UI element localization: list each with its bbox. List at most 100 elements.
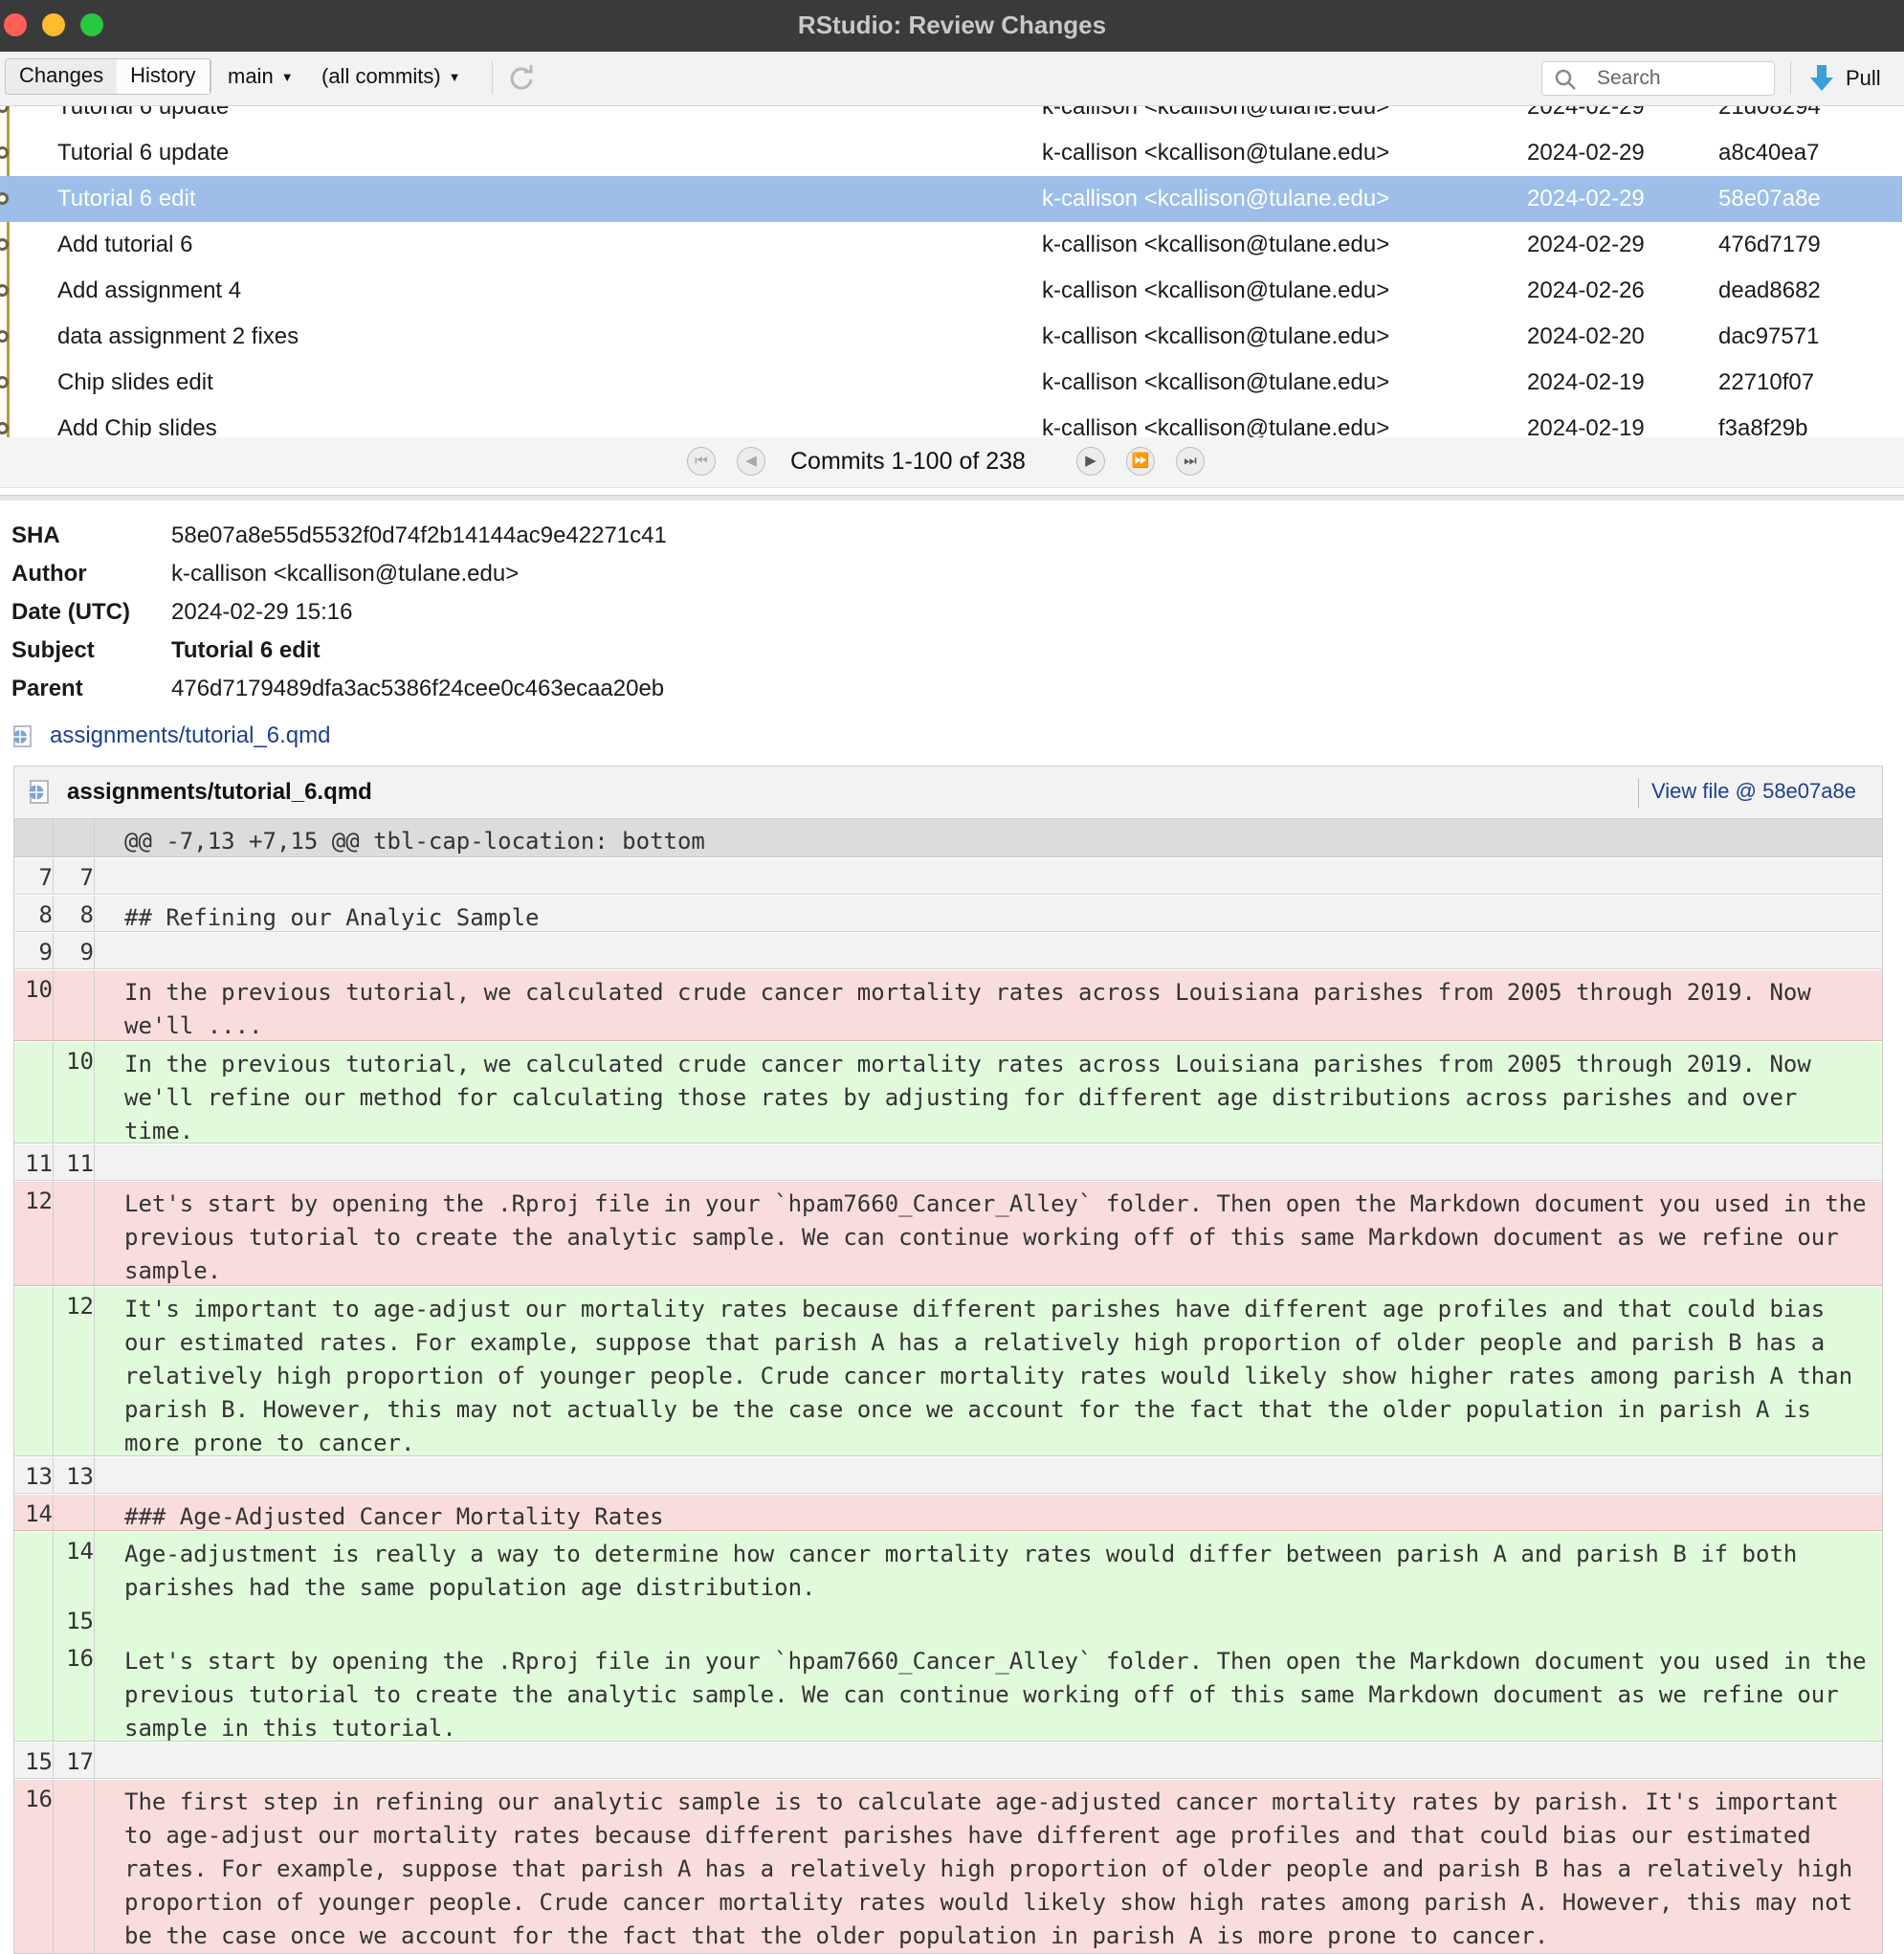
commit-subject: Tutorial 6 edit [57,186,196,211]
window-title: RStudio: Review Changes [797,11,1107,39]
commit-row[interactable]: Add tutorial 6 k-callison <kcallison@tul… [0,222,1902,268]
next-page-button[interactable]: ▶ [1076,447,1105,476]
diff-line-context: 13 13 [14,1457,1882,1494]
diff-line-text: Let's start by opening the .Rproj file i… [124,1190,1881,1284]
commit-sha: dac97571 [1718,323,1820,349]
commit-author: k-callison <kcallison@tulane.edu> [1042,278,1390,303]
toolbar: Changes History main ▼ (all commits) ▼ Sea… [0,52,1904,106]
old-line-number [14,819,54,856]
refresh-icon [510,65,533,90]
new-line-number: 9 [54,933,95,968]
commit-filter-dropdown[interactable]: (all commits) ▼ [321,64,461,89]
commit-subject: Tutorial 6 update [57,140,230,166]
new-line-number: 15 [54,1602,95,1639]
commit-subject: Tutorial 6 update [57,106,230,120]
commit-author: k-callison <kcallison@tulane.edu> [1042,323,1390,349]
search-icon [1555,69,1576,90]
first-page-icon: ⏮ [695,453,708,469]
diff-line-context: 7 7 [14,858,1882,895]
new-line-number: 8 [54,896,95,931]
diff-line-context: 9 9 [14,933,1882,969]
first-page-button[interactable]: ⏮ [687,447,716,476]
commit-sha: dead8682 [1718,278,1821,303]
previous-page-button[interactable]: ◀ [737,447,765,476]
new-line-number: 11 [54,1144,95,1180]
commit-row-selected[interactable]: Tutorial 6 edit k-callison <kcallison@tu… [0,176,1902,222]
diff-file-name: assignments/tutorial_6.qmd [67,779,372,805]
commit-row[interactable]: Chip slides edit k-callison <kcallison@t… [0,360,1902,406]
new-line-number: 17 [54,1743,95,1778]
branch-dropdown[interactable]: main ▼ [228,64,294,89]
commit-row[interactable]: Add Chip slides k-callison <kcallison@tu… [0,406,1902,437]
commit-node-icon [0,284,9,297]
branch-label: main [228,64,274,88]
old-line-number [14,1042,54,1143]
commit-author: k-callison <kcallison@tulane.edu> [1042,186,1390,211]
toolbar-separator [492,61,493,94]
old-line-number [14,1532,54,1602]
tab-history[interactable]: History [117,59,210,94]
commit-count-label: Commits 1-100 of 238 [790,448,1026,475]
old-line-number [14,1602,54,1639]
detail-value[interactable]: 476d7179489dfa3ac5386f24cee0c463ecaa20eb [171,670,664,708]
changed-file-path: assignments/tutorial_6.qmd [50,722,331,748]
pane-splitter[interactable] [0,495,1904,500]
commit-subject: data assignment 2 fixes [57,323,299,349]
previous-page-icon: ◀ [745,453,757,469]
diff-line-deleted: 12 Let's start by opening the .Rproj fil… [14,1182,1882,1286]
diff-file-header: assignments/tutorial_6.qmd View file @ 5… [14,766,1882,819]
diff-line-added: 14 Age-adjustment is really a way to det… [14,1532,1882,1602]
commit-node-icon [0,106,9,113]
quarto-file-icon [29,780,49,804]
pull-button[interactable]: Pull [1809,61,1881,96]
new-line-number [54,1182,95,1285]
refresh-button[interactable] [506,63,537,94]
pull-label: Pull [1846,66,1881,90]
next-page-icon: ▶ [1085,453,1096,469]
new-line-number [54,970,95,1040]
commit-subject: Add tutorial 6 [57,232,193,257]
old-line-number: 13 [14,1457,54,1493]
old-line-number: 10 [14,970,54,1040]
diff-line-context: 8 8 ## Refining our Analyic Sample [14,896,1882,932]
old-line-number [14,1287,54,1455]
commit-filter-label: (all commits) [321,64,441,88]
forward-page-button[interactable]: ⏩ [1126,447,1155,476]
quarto-file-icon [13,725,32,747]
commit-row[interactable]: Add assignment 4 k-callison <kcallison@t… [0,268,1902,314]
tab-changes[interactable]: Changes [6,59,118,94]
last-page-button[interactable]: ⏭ [1176,447,1205,476]
detail-key: Parent [11,676,83,701]
commit-row[interactable]: data assignment 2 fixes k-callison <kcal… [0,314,1902,360]
old-line-number [14,1639,54,1741]
chevron-down-icon: ▼ [280,70,294,84]
diff-line-deleted: 16 The first step in refining our analyt… [14,1780,1882,1953]
diff-line-added: 15 [14,1602,1882,1639]
old-line-number: 14 [14,1495,54,1530]
view-file-link[interactable]: View file @ 58e07a8e [1651,779,1856,804]
search-input[interactable]: Search [1541,61,1775,96]
toolbar-separator [1790,61,1791,94]
diff-line-added: 16 Let's start by opening the .Rproj fil… [14,1639,1882,1742]
commit-subject: Add Chip slides [57,415,217,437]
commit-list: Tutorial 6 update k-callison <kcallison@… [0,106,1904,437]
detail-key: Author [11,561,87,587]
commit-row[interactable]: Tutorial 6 update k-callison <kcallison@… [0,106,1902,130]
commit-row[interactable]: Tutorial 6 update k-callison <kcallison@… [0,130,1902,176]
commit-date: 2024-02-29 [1527,186,1645,211]
commit-node-icon [0,422,9,434]
diff-line-context: 15 17 [14,1743,1882,1779]
commit-node-icon [0,330,9,343]
detail-key: Subject [11,637,95,663]
new-line-number: 14 [54,1532,95,1602]
commit-pager: ⏮ ◀ Commits 1-100 of 238 ▶ ⏩ ⏭ [0,437,1904,488]
detail-key: Date (UTC) [11,599,130,625]
diff-line-text: Let's start by opening the .Rproj file i… [124,1648,1881,1742]
old-line-number: 9 [14,933,54,968]
new-line-number [54,1780,95,1953]
diff-line-text: It's important to age-adjust our mortali… [124,1296,1867,1456]
diff-viewer: assignments/tutorial_6.qmd View file @ 5… [13,766,1883,1954]
diff-line-text: The first step in refining our analytic … [124,1788,1867,1949]
view-switcher: Changes History [5,58,211,95]
commit-sha: a8c40ea7 [1718,140,1820,166]
